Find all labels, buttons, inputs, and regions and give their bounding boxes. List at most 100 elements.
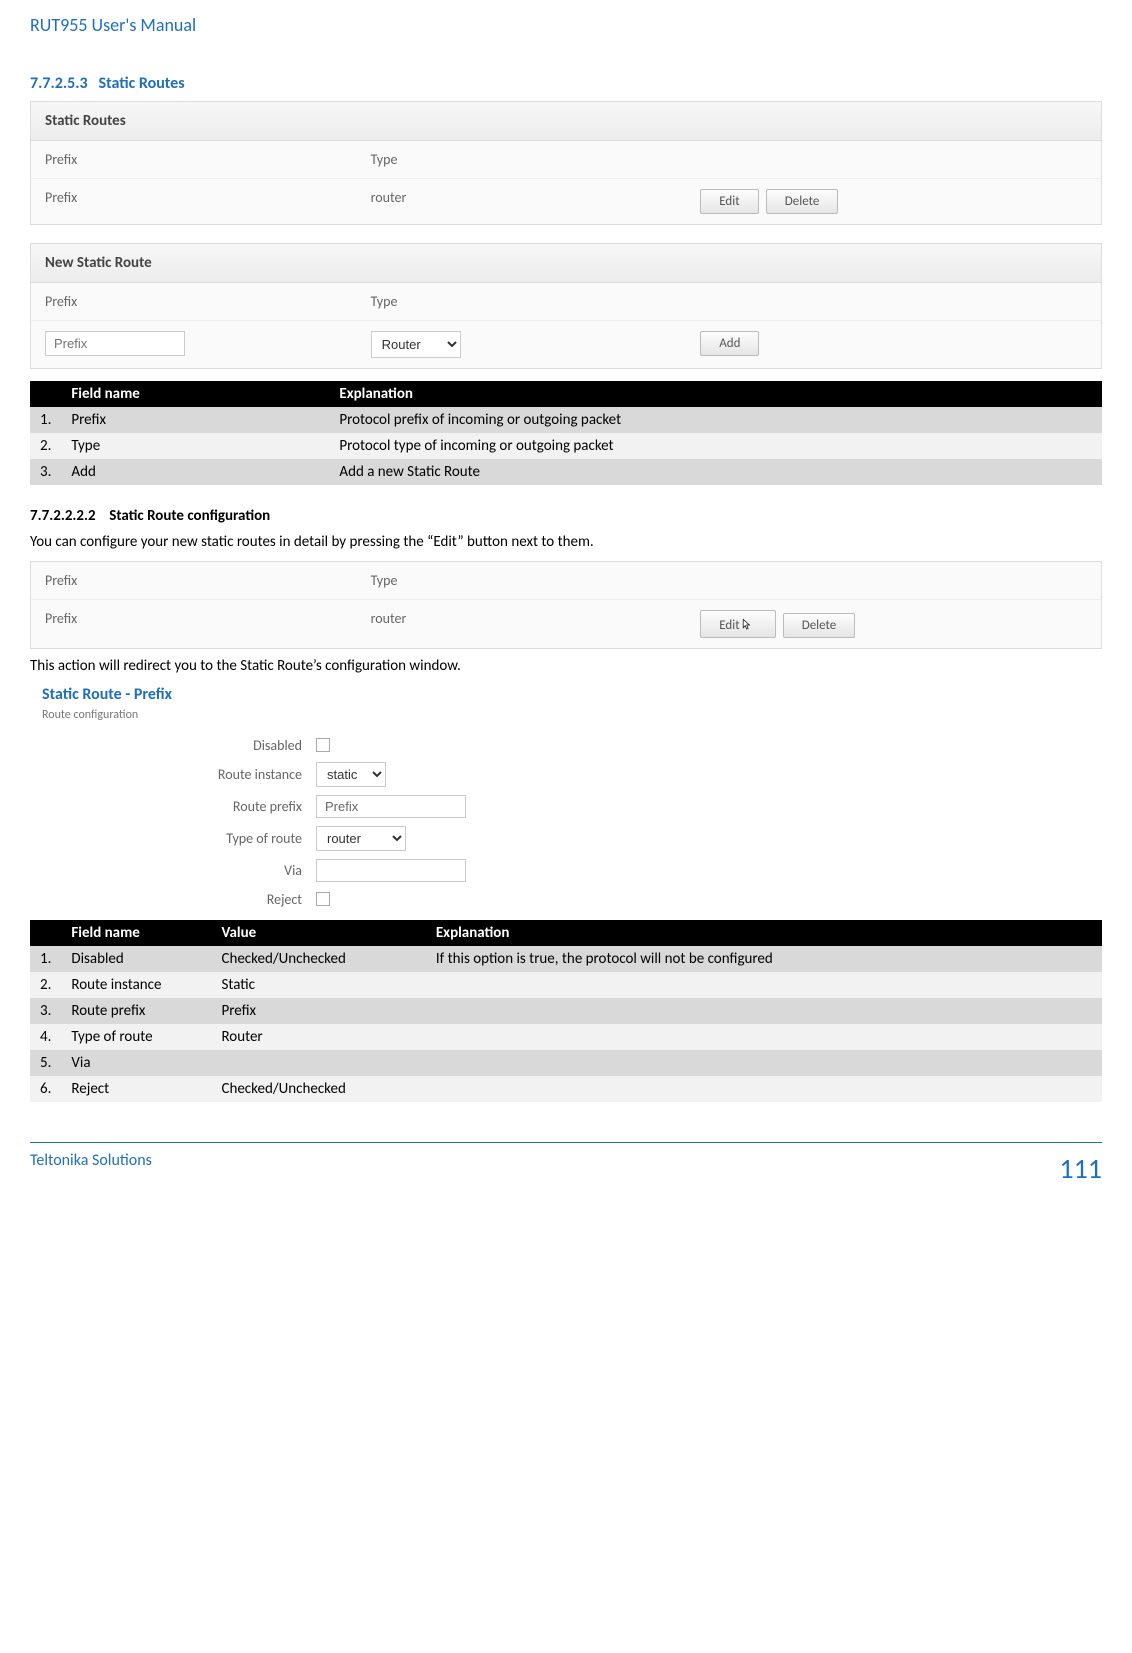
row-value: Static: [211, 972, 425, 998]
checkbox-reject[interactable]: [316, 892, 330, 906]
edit-button-2[interactable]: Edit: [700, 610, 775, 638]
table-row: 6. Reject Checked/Unchecked: [30, 1076, 1102, 1102]
prefix-input[interactable]: [45, 331, 185, 356]
panel-title-new-route: New Static Route: [31, 244, 1101, 283]
row-expl: [426, 1076, 1102, 1102]
row-expl: If this option is true, the protocol wil…: [426, 946, 1102, 972]
col-header-actions-2: [696, 293, 1087, 310]
field-prefix-row: Route prefix: [36, 795, 1096, 818]
table-row: 3. Route prefix Prefix: [30, 998, 1102, 1024]
checkbox-disabled[interactable]: [316, 738, 330, 752]
type-select[interactable]: Router: [371, 331, 461, 358]
type-select-cell: Router: [371, 331, 697, 358]
field-instance-row: Route instance static: [36, 762, 1096, 787]
section-heading-1: 7.7.2.5.3 Static Routes: [30, 74, 1102, 93]
field-disabled-row: Disabled: [36, 736, 1096, 754]
row-num: 1.: [30, 946, 61, 972]
edit-cell-type: router: [371, 610, 697, 638]
field-via-row: Via: [36, 859, 1096, 882]
prefix-input-cell: [45, 331, 371, 358]
row-field: Type of route: [61, 1024, 211, 1050]
config-title: Static Route - Prefix: [42, 685, 1096, 704]
cell-prefix: Prefix: [45, 189, 371, 214]
cell-type: router: [371, 189, 697, 214]
row-num: 3.: [30, 998, 61, 1024]
edit-data-row: Prefix router Edit Delete: [31, 600, 1101, 648]
route-config-form: Static Route - Prefix Route configuratio…: [30, 685, 1102, 908]
delete-button[interactable]: Delete: [766, 189, 839, 214]
th-blank-2: [30, 920, 61, 946]
table-row: 3. Add Add a new Static Route: [30, 459, 1102, 485]
edit-col-actions: [696, 572, 1087, 589]
row-value: Checked/Unchecked: [211, 1076, 425, 1102]
section-number-2: 7.7.2.2.2.2: [30, 507, 96, 525]
label-route-prefix: Route prefix: [36, 798, 316, 815]
select-type-of-route[interactable]: router: [316, 826, 406, 851]
edit-col-type: Type: [371, 572, 697, 589]
th-blank: [30, 381, 61, 407]
th-explanation-2: Explanation: [426, 920, 1102, 946]
input-route-prefix[interactable]: [316, 795, 466, 818]
row-expl: [426, 972, 1102, 998]
footer-left: Teltonika Solutions: [30, 1151, 152, 1186]
static-routes-panel: Static Routes Prefix Type Prefix router …: [30, 101, 1102, 225]
field-type-row: Type of route router: [36, 826, 1096, 851]
th-fieldname: Field name: [61, 381, 329, 407]
col-header-type-2: Type: [371, 293, 697, 310]
row-num: 1.: [30, 407, 61, 433]
label-disabled: Disabled: [36, 737, 316, 754]
table-row: 1. Prefix Protocol prefix of incoming or…: [30, 407, 1102, 433]
row-expl: [426, 1024, 1102, 1050]
footer: Teltonika Solutions 111: [30, 1149, 1102, 1210]
footer-divider: [30, 1142, 1102, 1143]
row-num: 2.: [30, 433, 61, 459]
edit-button-label: Edit: [719, 618, 739, 633]
col-header-actions: [696, 151, 1087, 168]
field-explanation-table-1: Field name Explanation 1. Prefix Protoco…: [30, 381, 1102, 485]
row-value: Prefix: [211, 998, 425, 1024]
paragraph-2: This action will redirect you to the Sta…: [30, 657, 1102, 675]
column-headers-row-2: Prefix Type: [31, 283, 1101, 321]
th-fieldname-2: Field name: [61, 920, 211, 946]
row-field: Type: [61, 433, 329, 459]
cell-actions: Edit Delete: [696, 189, 1087, 214]
delete-button-2[interactable]: Delete: [783, 613, 856, 638]
label-instance: Route instance: [36, 766, 316, 783]
table-row: 2. Type Protocol type of incoming or out…: [30, 433, 1102, 459]
row-expl: Protocol type of incoming or outgoing pa…: [329, 433, 1102, 459]
th-value: Value: [211, 920, 425, 946]
add-button-cell: Add: [696, 331, 1087, 358]
col-header-prefix-2: Prefix: [45, 293, 371, 310]
col-header-type: Type: [371, 151, 697, 168]
paragraph-1: You can configure your new static routes…: [30, 533, 1102, 551]
row-expl: [426, 1050, 1102, 1076]
row-num: 4.: [30, 1024, 61, 1050]
edit-cell-prefix: Prefix: [45, 610, 371, 638]
row-expl: [426, 998, 1102, 1024]
section-title: Static Routes: [99, 74, 185, 93]
row-field: Via: [61, 1050, 211, 1076]
row-expl: Add a new Static Route: [329, 459, 1102, 485]
table-row: 4. Type of route Router: [30, 1024, 1102, 1050]
edit-col-headers: Prefix Type: [31, 562, 1101, 600]
row-field: Prefix: [61, 407, 329, 433]
row-field: Disabled: [61, 946, 211, 972]
row-field: Route prefix: [61, 998, 211, 1024]
row-num: 2.: [30, 972, 61, 998]
table-row: 5. Via: [30, 1050, 1102, 1076]
label-type-of-route: Type of route: [36, 830, 316, 847]
add-button[interactable]: Add: [700, 331, 759, 356]
section-number: 7.7.2.5.3: [30, 74, 88, 93]
row-num: 3.: [30, 459, 61, 485]
input-via[interactable]: [316, 859, 466, 882]
label-reject: Reject: [36, 891, 316, 908]
column-headers-row: Prefix Type: [31, 141, 1101, 179]
row-value: Router: [211, 1024, 425, 1050]
label-via: Via: [36, 862, 316, 879]
edit-col-prefix: Prefix: [45, 572, 371, 589]
edit-button[interactable]: Edit: [700, 189, 758, 214]
edit-cell-actions: Edit Delete: [696, 610, 1087, 638]
select-route-instance[interactable]: static: [316, 762, 386, 787]
config-subtitle: Route configuration: [42, 708, 1096, 722]
doc-header: RUT955 User's Manual: [30, 0, 1102, 44]
